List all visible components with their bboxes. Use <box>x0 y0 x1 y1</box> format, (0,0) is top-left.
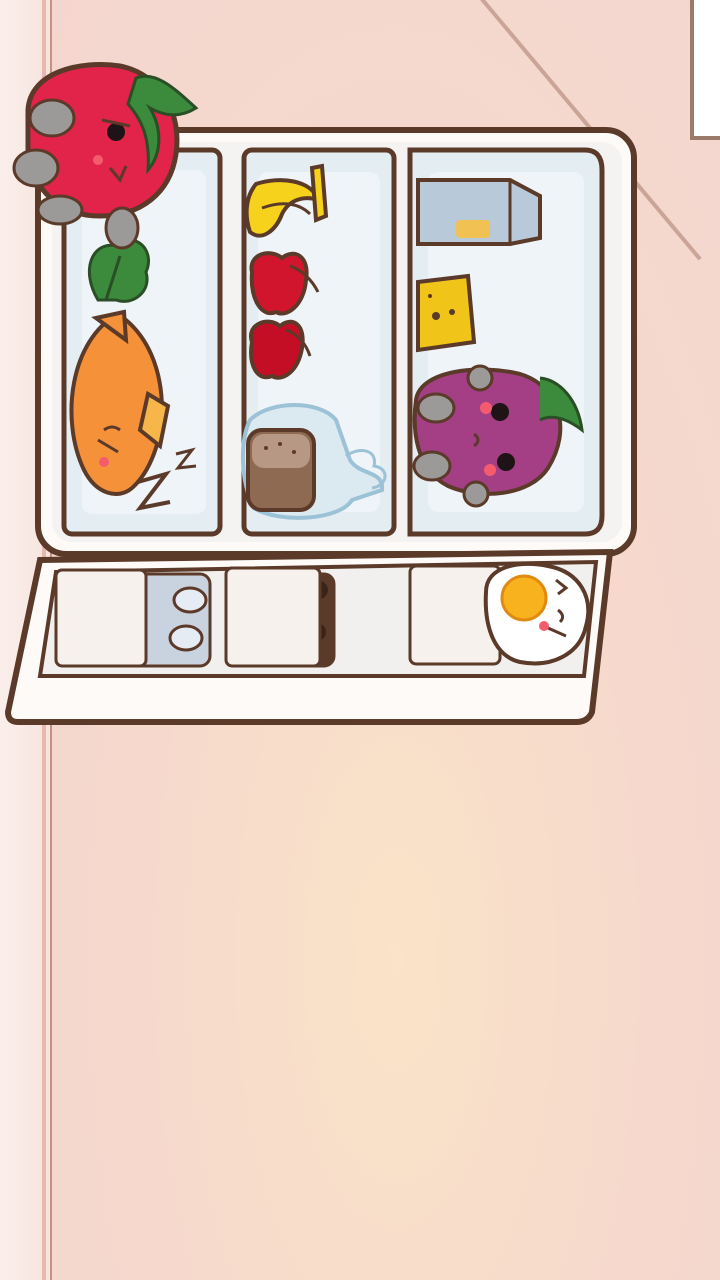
game-scene <box>0 0 720 1280</box>
cheese-icon[interactable] <box>416 273 477 353</box>
fried-egg-character-icon[interactable] <box>408 561 591 666</box>
leafy-greens-icon[interactable] <box>87 238 150 303</box>
milk-carton-icon[interactable] <box>416 178 542 246</box>
fridge-illustration <box>4 62 637 725</box>
cola-bottles-icon[interactable] <box>224 566 336 668</box>
milk-bottles-icon[interactable] <box>54 568 212 668</box>
